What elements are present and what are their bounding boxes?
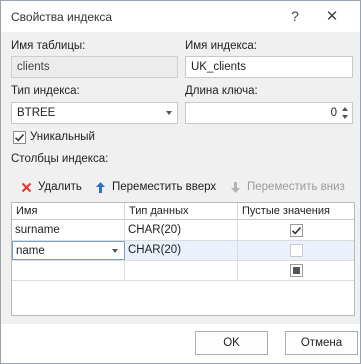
cell-nullable — [238, 261, 354, 280]
chevron-down-icon[interactable] — [112, 249, 118, 253]
unique-checkbox[interactable] — [13, 131, 26, 144]
spin-down-icon[interactable] — [342, 115, 348, 119]
spin-up-icon[interactable] — [342, 107, 348, 111]
cell-name: name — [16, 245, 45, 257]
arrow-up-icon — [93, 180, 107, 194]
index-name-field[interactable]: UK_clients — [185, 56, 353, 78]
index-type-select[interactable]: BTREE — [11, 102, 178, 124]
cell-type: CHAR(20) — [125, 241, 238, 260]
key-length-label: Длина ключа: — [185, 85, 258, 97]
ok-button[interactable]: OK — [195, 331, 268, 355]
table-row[interactable]: name CHAR(20) — [12, 241, 354, 261]
checkmark-icon — [14, 133, 25, 142]
checkmark-icon — [291, 226, 302, 235]
column-header-name[interactable]: Имя — [12, 203, 125, 220]
index-name-label: Имя индекса: — [185, 40, 257, 52]
table-row[interactable] — [12, 261, 354, 281]
index-type-value: BTREE — [17, 107, 56, 119]
key-length-value: 0 — [330, 107, 337, 119]
x-icon — [19, 180, 33, 194]
move-up-button[interactable]: Переместить вверх — [93, 178, 216, 196]
nullable-checkbox[interactable] — [290, 224, 303, 237]
cell-name[interactable] — [12, 261, 125, 280]
delete-button[interactable]: Удалить — [19, 178, 82, 196]
nullable-checkbox[interactable] — [290, 244, 303, 257]
table-row[interactable]: surname CHAR(20) — [12, 221, 354, 241]
title-bar: Свойства индекса ? ✕ — [1, 1, 360, 32]
cell-name[interactable]: surname — [12, 221, 125, 240]
cell-nullable — [238, 221, 354, 240]
cell-name-editor[interactable]: name — [12, 241, 125, 260]
dialog-title: Свойства индекса — [11, 10, 113, 24]
column-header-type[interactable]: Тип данных — [125, 203, 238, 220]
index-columns-label: Столбцы индекса: — [11, 153, 109, 165]
key-length-stepper[interactable]: 0 — [185, 102, 353, 124]
index-name-value: UK_clients — [191, 61, 246, 73]
cell-type: CHAR(20) — [125, 221, 238, 240]
close-button[interactable]: ✕ — [321, 6, 343, 26]
cell-type — [125, 261, 238, 280]
index-properties-dialog: Свойства индекса ? ✕ Имя таблицы: client… — [0, 0, 361, 364]
dialog-footer: OK Отмена — [1, 324, 360, 363]
move-down-label: Переместить вниз — [247, 181, 345, 193]
spin-buttons[interactable] — [341, 104, 350, 122]
move-down-button[interactable]: Переместить вниз — [228, 178, 345, 196]
table-name-label: Имя таблицы: — [11, 40, 86, 52]
index-columns-grid[interactable]: Имя Тип данных Пустые значения surname C… — [11, 202, 355, 316]
move-up-label: Переместить вверх — [112, 181, 217, 193]
help-button[interactable]: ? — [284, 6, 306, 26]
delete-label: Удалить — [38, 181, 82, 193]
grid-header: Имя Тип данных Пустые значения — [12, 203, 354, 220]
indeterminate-icon — [293, 267, 300, 274]
table-name-field: clients — [11, 56, 178, 78]
arrow-down-icon — [228, 180, 242, 194]
cancel-button[interactable]: Отмена — [285, 331, 358, 355]
cell-nullable — [238, 241, 354, 260]
nullable-checkbox[interactable] — [290, 264, 303, 277]
table-name-value: clients — [17, 61, 50, 73]
unique-label: Уникальный — [30, 131, 95, 143]
column-header-nullable[interactable]: Пустые значения — [238, 203, 354, 220]
chevron-down-icon[interactable] — [166, 111, 172, 115]
index-type-label: Тип индекса: — [11, 85, 80, 97]
